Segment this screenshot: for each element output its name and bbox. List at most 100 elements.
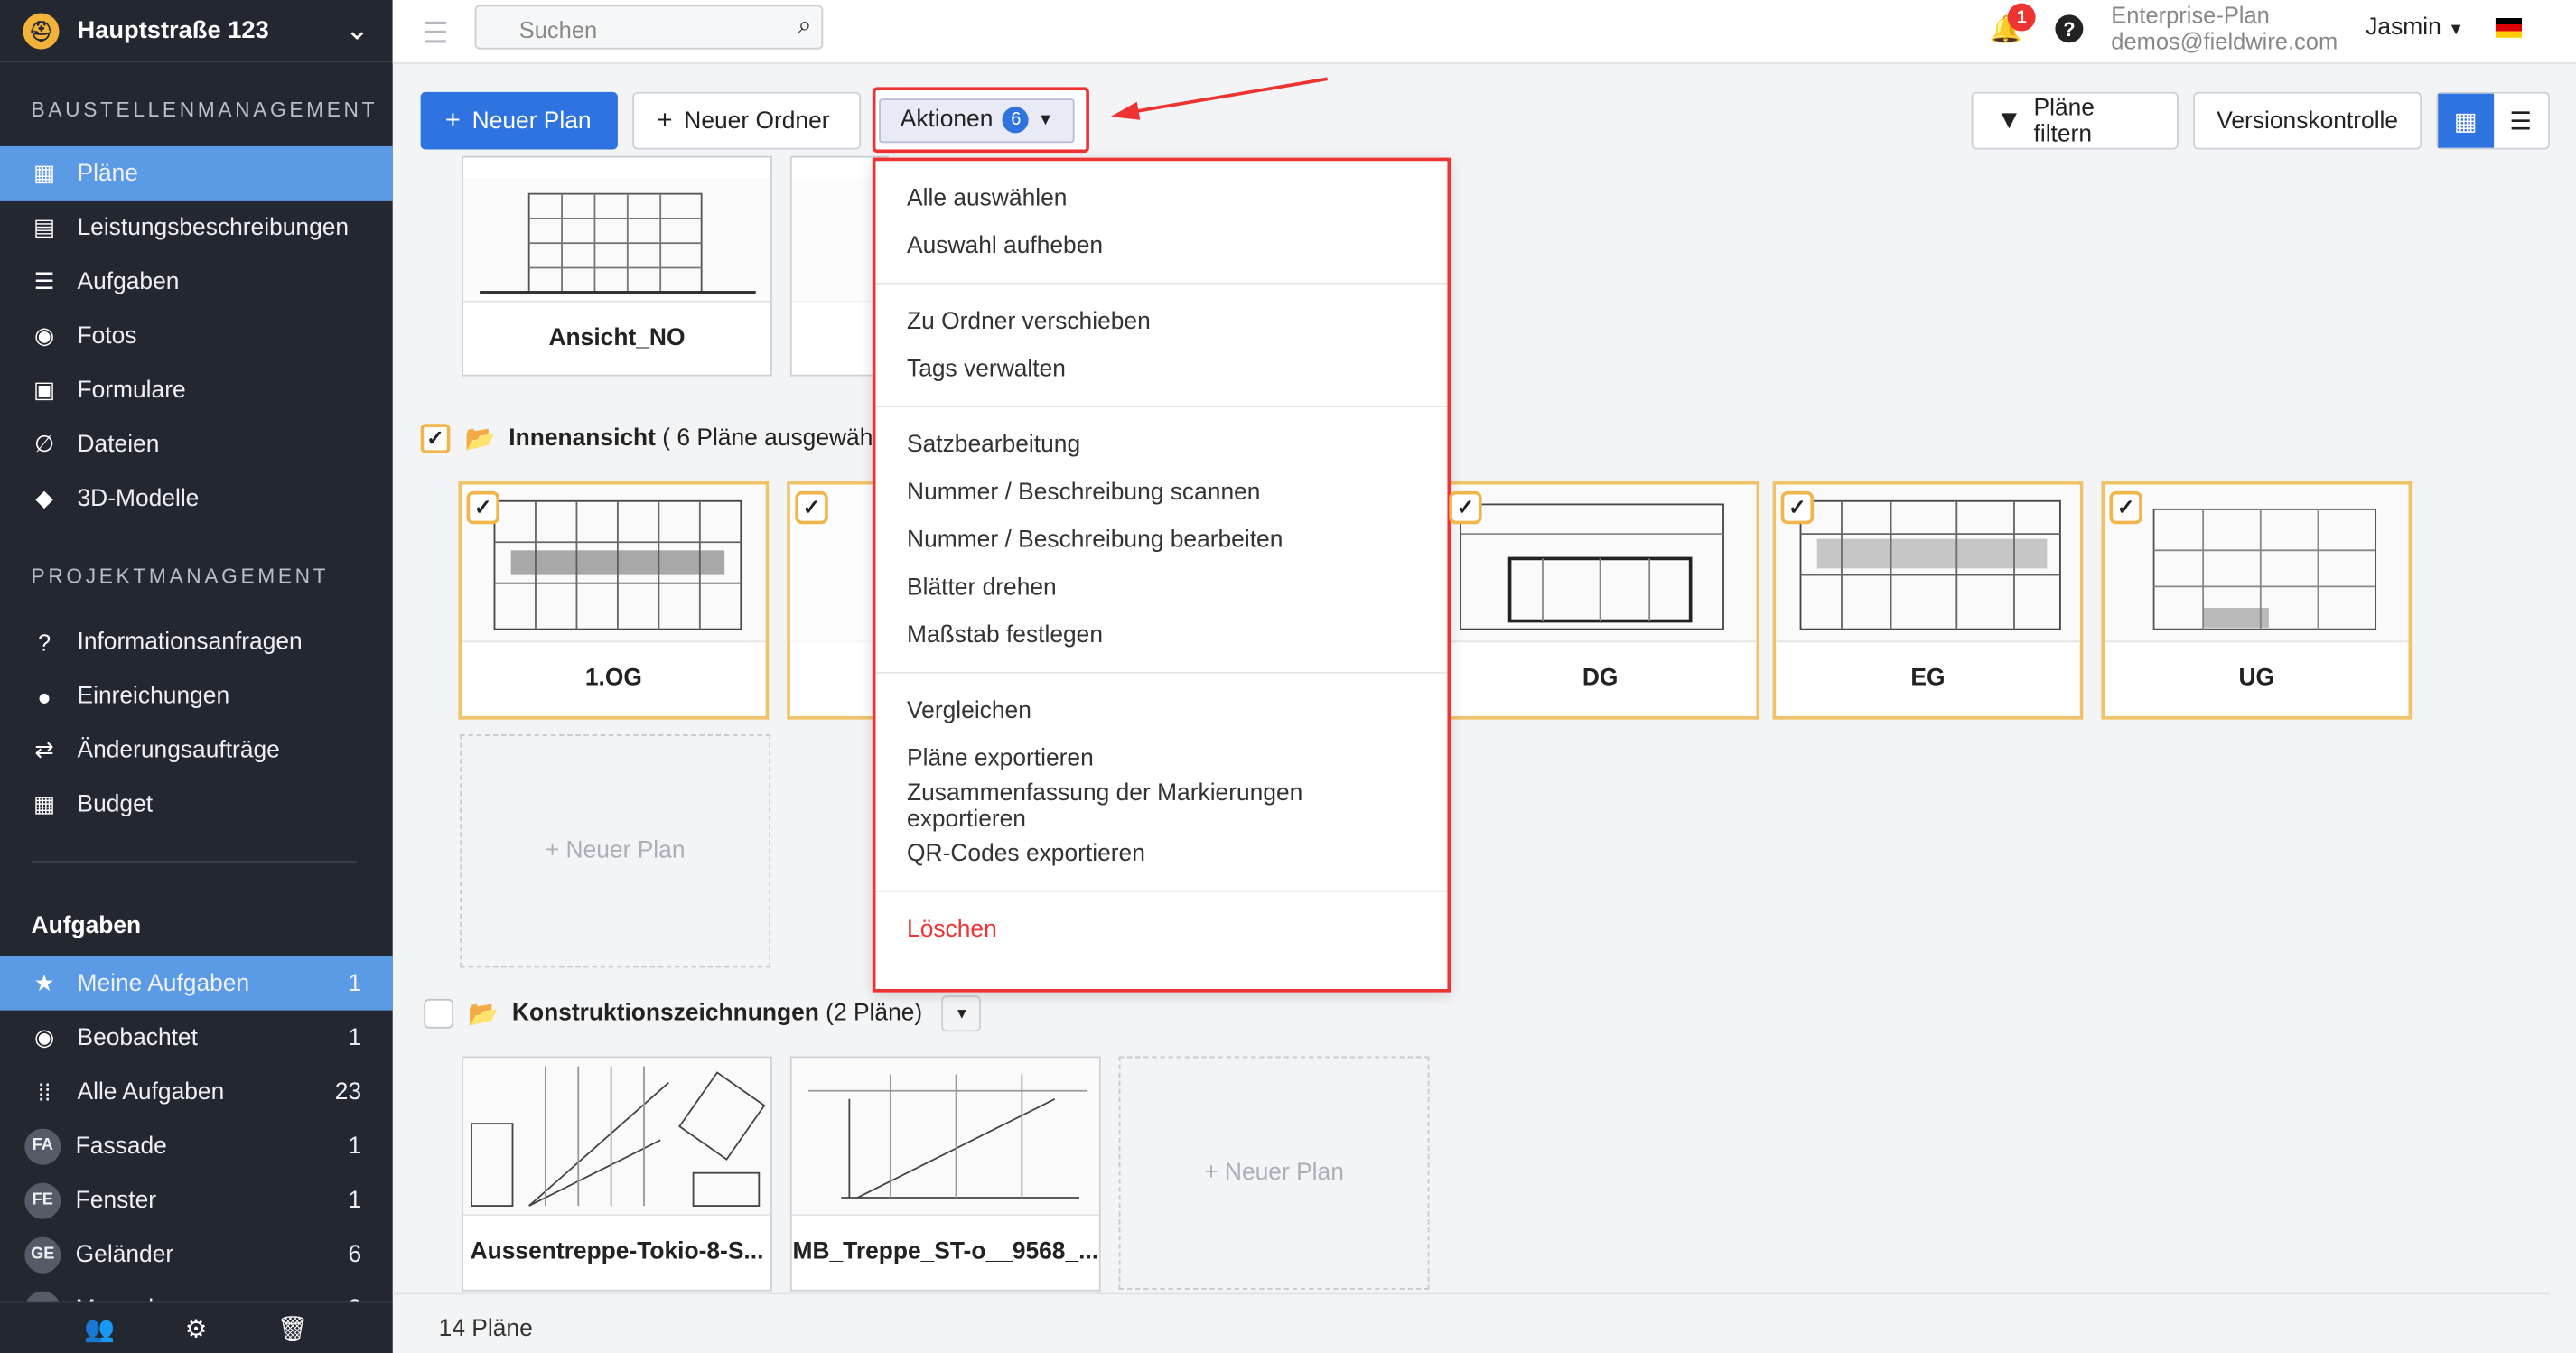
- plan-card[interactable]: ✓ EG: [1772, 481, 2084, 720]
- sidebar-item-my-tasks[interactable]: ★ Meine Aufgaben 1: [0, 956, 393, 1011]
- plan-drawing: [1460, 503, 1724, 630]
- sidebar-item-label: Dateien: [77, 431, 160, 458]
- plan-card[interactable]: ✓ UG: [2101, 481, 2413, 720]
- sidebar-item-rfi[interactable]: ? Informationsanfragen: [0, 614, 393, 668]
- hamburger-icon[interactable]: ☰: [422, 16, 448, 51]
- menu-item-export-qr[interactable]: QR-Codes exportieren: [875, 830, 1447, 878]
- button-label: Versionskontrolle: [2217, 107, 2399, 135]
- task-count: 1: [348, 970, 362, 997]
- new-plan-button[interactable]: + Neuer Plan: [420, 91, 618, 150]
- menu-item-edit-number[interactable]: Nummer / Beschreibung bearbeiten: [875, 516, 1447, 564]
- trash-icon[interactable]: 🗑: [277, 1313, 309, 1343]
- sidebar-footer: 👥 ⚙ 🗑: [0, 1301, 393, 1353]
- sidebar-item-label: Einreichungen: [77, 682, 230, 709]
- plan-title: Aussentreppe-Tokio-8-S...: [470, 1237, 764, 1264]
- list-view-icon[interactable]: ☰: [2493, 94, 2548, 148]
- plan-checkbox[interactable]: ✓: [2109, 490, 2142, 525]
- section-heading-site: BAUSTELLENMANAGEMENT: [31, 98, 378, 122]
- plan-drawing: [471, 1066, 766, 1207]
- menu-item-move-to-folder[interactable]: Zu Ordner verschieben: [875, 297, 1447, 345]
- plan-checkbox[interactable]: ✓: [1780, 490, 1815, 525]
- sidebar-item-gelaender[interactable]: GE Geländer 6: [0, 1227, 393, 1282]
- actions-button[interactable]: Aktionen 6 ▼: [872, 87, 1089, 154]
- new-folder-button[interactable]: + Neuer Ordner: [632, 91, 862, 150]
- search-icon: ⌕: [798, 11, 812, 40]
- menu-item-scan-number[interactable]: Nummer / Beschreibung scannen: [875, 468, 1447, 516]
- menu-item-delete[interactable]: Löschen: [875, 905, 1447, 953]
- plan-card[interactable]: ✓: [787, 481, 878, 720]
- filter-icon: ▼: [1995, 106, 2022, 135]
- menu-item-batch-edit[interactable]: Satzbearbeitung: [875, 421, 1447, 469]
- sidebar-item-label: Beobachtet: [77, 1024, 198, 1051]
- sidebar-item-tasks[interactable]: ☰ Aufgaben: [0, 255, 393, 309]
- sidebar-item-forms[interactable]: ▣ Formulare: [0, 363, 393, 417]
- plan-checkbox[interactable]: ✓: [466, 490, 499, 525]
- menu-item-manage-tags[interactable]: Tags verwalten: [875, 345, 1447, 393]
- eye-icon: ◉: [33, 1023, 55, 1050]
- sidebar-item-budget[interactable]: ▦ Budget: [0, 777, 393, 831]
- user-menu[interactable]: Jasmin ▼: [2366, 14, 2464, 41]
- plan-card[interactable]: ✓ 1.OG: [458, 481, 770, 720]
- menu-item-deselect[interactable]: Auswahl aufheben: [875, 222, 1447, 270]
- menu-item-set-scale[interactable]: Maßstab festlegen: [875, 611, 1447, 659]
- folder-header-innenansicht[interactable]: ✓ 📂 Innenansicht ( 6 Pläne ausgewählt ): [420, 424, 900, 454]
- plan-card[interactable]: Aussentreppe-Tokio-8-S...: [462, 1056, 772, 1292]
- menu-item-compare[interactable]: Vergleichen: [875, 686, 1447, 734]
- sidebar-item-label: Aufgaben: [77, 268, 180, 295]
- sidebar-item-plans[interactable]: ▦ Pläne: [0, 145, 393, 201]
- user-email: demos@fieldwire.com: [2111, 27, 2338, 55]
- sidebar-item-fenster[interactable]: FE Fenster 1: [0, 1173, 393, 1227]
- plan-card[interactable]: ✓ DG: [1443, 481, 1760, 720]
- grid-view-icon[interactable]: ▦: [2438, 93, 2494, 148]
- button-label: Neuer Ordner: [684, 107, 830, 135]
- menu-item-export-markups[interactable]: Zusammenfassung der Markierungen exporti…: [875, 779, 1447, 832]
- gear-icon[interactable]: ⚙: [185, 1313, 207, 1343]
- sidebar-item-label: Fotos: [77, 322, 137, 350]
- plan-thumbnail: [1776, 484, 2080, 643]
- filter-plans-button[interactable]: ▼ Pläne filtern: [1971, 91, 2179, 150]
- sidebar-item-fassade[interactable]: FA Fassade 1: [0, 1119, 393, 1173]
- sidebar-item-files[interactable]: ∅ Dateien: [0, 417, 393, 471]
- folder-header-konstruktion[interactable]: 📂 Konstruktionszeichnungen (2 Pläne) ▼: [424, 995, 982, 1032]
- folder-checkbox[interactable]: ✓: [420, 424, 451, 454]
- sidebar-item-3d[interactable]: ◆ 3D-Modelle: [0, 471, 393, 526]
- notification-badge: 1: [2007, 3, 2036, 32]
- search-input[interactable]: Suchen ⌕: [474, 5, 824, 50]
- plan-card[interactable]: MB_Treppe_ST-o__9568_...: [789, 1056, 1101, 1292]
- sidebar-item-watched[interactable]: ◉ Beobachtet 1: [0, 1011, 393, 1065]
- plan-thumbnail: [2105, 484, 2409, 643]
- plan-card[interactable]: Ansicht_NO: [462, 155, 772, 377]
- add-plan-placeholder[interactable]: + Neuer Plan: [460, 734, 771, 968]
- caret-down-icon[interactable]: ▼: [942, 995, 982, 1032]
- specs-icon: ▤: [33, 213, 56, 240]
- account-info: Enterprise-Plan demos@fieldwire.com: [2111, 2, 2338, 54]
- menu-group: Löschen: [875, 892, 1447, 966]
- button-label: Pläne filtern: [2033, 94, 2095, 147]
- menu-item-export-plans[interactable]: Pläne exportieren: [875, 734, 1447, 782]
- project-switcher[interactable]: ⛑ Hauptstraße 123 ⌄: [0, 0, 393, 63]
- german-flag-icon[interactable]: [2495, 18, 2523, 38]
- sidebar-item-all-tasks[interactable]: ⁞⁞ Alle Aufgaben 23: [0, 1065, 393, 1119]
- sidebar-item-specs[interactable]: ▤ Leistungsbeschreibungen: [0, 201, 393, 255]
- sidebar-item-label: Fenster: [75, 1187, 157, 1214]
- plan-checkbox[interactable]: ✓: [1449, 490, 1482, 525]
- sidebar-item-photos[interactable]: ◉ Fotos: [0, 309, 393, 363]
- button-label: Aktionen: [900, 107, 994, 134]
- plan-checkbox[interactable]: ✓: [795, 490, 828, 525]
- plan-title: EG: [1910, 664, 1946, 691]
- actions-inner: Aktionen 6 ▼: [879, 98, 1076, 143]
- menu-group: Alle auswählen Auswahl aufheben: [875, 161, 1448, 285]
- version-control-button[interactable]: Versionskontrolle: [2193, 91, 2422, 150]
- menu-item-select-all[interactable]: Alle auswählen: [875, 174, 1447, 222]
- sidebar-item-change-orders[interactable]: ⇄ Änderungsaufträge: [0, 723, 393, 777]
- plans-icon: ▦: [33, 159, 56, 186]
- sidebar-item-label: Leistungsbeschreibungen: [77, 214, 350, 241]
- folder-checkbox[interactable]: [424, 998, 454, 1029]
- people-icon[interactable]: 👥: [84, 1313, 115, 1343]
- plan-thumbnail: [462, 1058, 771, 1216]
- menu-item-rotate-sheets[interactable]: Blätter drehen: [875, 564, 1447, 611]
- sidebar-item-submittals[interactable]: ● Einreichungen: [0, 668, 393, 723]
- project-nav: ? Informationsanfragen ● Einreichungen ⇄ Än…: [0, 614, 393, 831]
- help-icon[interactable]: ?: [2055, 14, 2084, 43]
- add-plan-placeholder[interactable]: + Neuer Plan: [1118, 1056, 1430, 1290]
